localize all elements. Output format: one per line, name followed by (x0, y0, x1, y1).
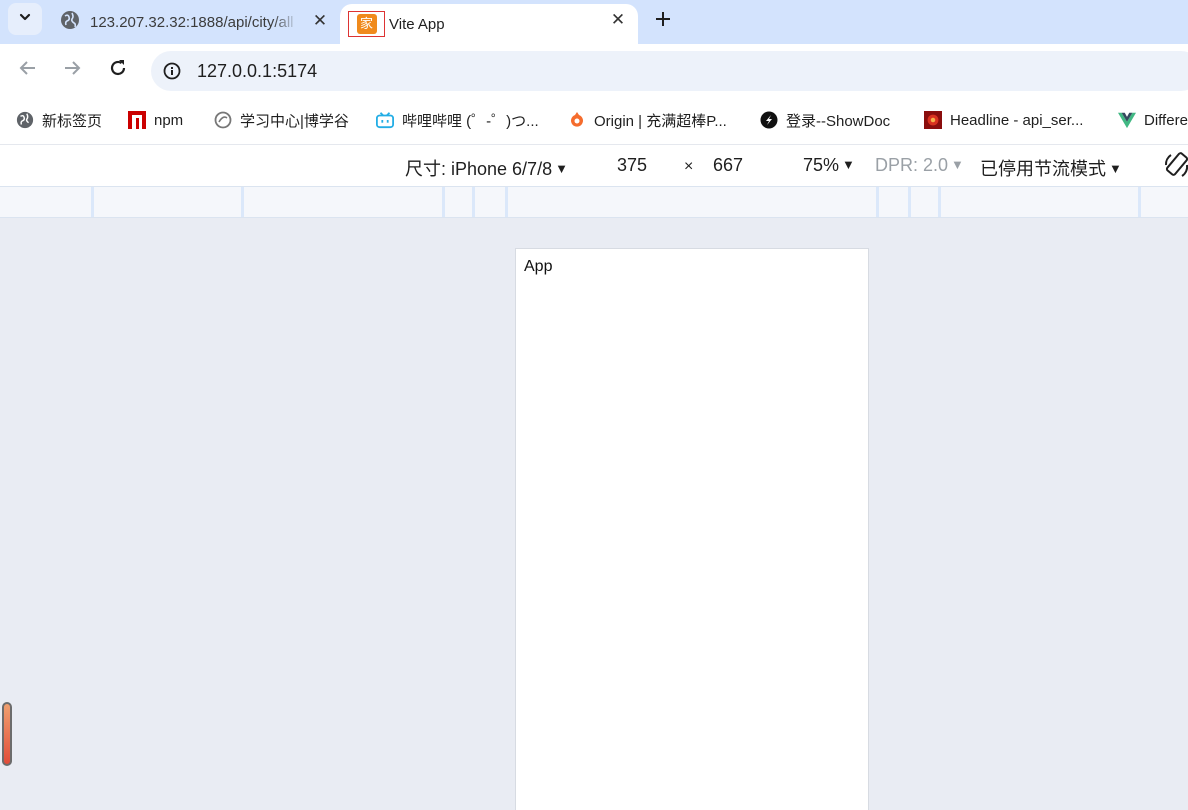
tab-title: Vite App (389, 15, 445, 33)
bookmark-vue-diff[interactable]: Differe (1118, 109, 1188, 131)
rotate-icon[interactable] (1163, 151, 1188, 186)
tab-title: 123.207.32.32:1888/api/city/all (90, 13, 294, 31)
breakpoint-marker (876, 187, 879, 217)
breakpoint-marker (908, 187, 911, 217)
address-bar[interactable]: 127.0.0.1:5174 (151, 51, 1188, 91)
reload-icon (108, 58, 128, 83)
close-icon[interactable]: ✕ (310, 11, 330, 31)
globe-icon (60, 10, 80, 34)
breakpoint-marker (472, 187, 475, 217)
url-text: 127.0.0.1:5174 (197, 61, 318, 81)
close-icon[interactable]: ✕ (608, 10, 628, 30)
thermometer-icon (2, 702, 12, 766)
throttling-select[interactable]: 已停用节流模式 ▼ (980, 155, 1122, 181)
zoom-select[interactable]: 75% ▼ (803, 155, 855, 176)
bilibili-icon (376, 111, 394, 129)
vue-icon (1118, 111, 1136, 129)
emulated-viewport: App (0, 218, 1188, 810)
bookmarks-bar: 新标签页 npm 学习中心|博学谷 哔哩哔哩 (゜-゜)つ... Origin … (0, 96, 1188, 144)
device-screen[interactable]: App (515, 248, 869, 810)
tab-search-button[interactable] (8, 3, 42, 35)
bookmark-bilibili[interactable]: 哔哩哔哩 (゜-゜)つ... (376, 109, 539, 131)
boxuegu-icon (214, 111, 232, 129)
showdoc-icon (760, 111, 778, 129)
forward-button[interactable] (60, 58, 84, 82)
bookmark-showdoc[interactable]: 登录--ShowDoc (760, 109, 890, 131)
arrow-right-icon (62, 58, 82, 83)
times-icon: × (684, 158, 694, 175)
globe-icon (16, 111, 34, 129)
plus-icon (655, 6, 671, 34)
breakpoint-marker (1138, 187, 1141, 217)
reload-button[interactable] (106, 58, 130, 82)
bookmark-npm[interactable]: npm (128, 109, 183, 131)
bookmark-boxuegu[interactable]: 学习中心|博学谷 (214, 109, 349, 131)
arrow-left-icon (18, 58, 38, 83)
caret-down-icon: ▼ (951, 157, 964, 172)
browser-toolbar: 127.0.0.1:5174 (0, 44, 1188, 96)
breakpoint-marker (442, 187, 445, 217)
tab-api-city[interactable]: 123.207.32.32:1888/api/city/all ✕ (48, 0, 340, 44)
caret-down-icon: ▼ (1109, 161, 1122, 176)
new-tab-button[interactable] (651, 8, 675, 32)
npm-icon (128, 111, 146, 129)
bookmark-origin[interactable]: Origin | 充满超棒P... (568, 109, 727, 131)
caret-down-icon: ▼ (842, 157, 855, 172)
device-toolbar: 尺寸: iPhone 6/7/8 ▼ 375 × 667 75% ▼ DPR: 2.… (0, 144, 1188, 186)
device-width-input[interactable]: 375 (617, 155, 647, 176)
back-button[interactable] (16, 58, 40, 82)
page-content-text: App (524, 258, 553, 275)
media-query-bar[interactable] (0, 186, 1188, 218)
breakpoint-marker (91, 187, 94, 217)
tab-vite-app[interactable]: 家 Vite App ✕ (340, 4, 638, 44)
origin-icon (568, 111, 586, 129)
bookmark-headline[interactable]: Headline - api_ser... (924, 109, 1083, 131)
breakpoint-marker (938, 187, 941, 217)
chevron-down-icon (18, 10, 32, 29)
headline-icon (924, 111, 942, 129)
info-icon[interactable] (163, 62, 181, 85)
tab-strip: 123.207.32.32:1888/api/city/all ✕ 家 Vite… (0, 0, 1188, 44)
caret-down-icon: ▼ (555, 161, 568, 176)
breakpoint-marker (505, 187, 508, 217)
device-select[interactable]: 尺寸: iPhone 6/7/8 ▼ (405, 155, 568, 181)
bookmark-new-tab[interactable]: 新标签页 (16, 109, 102, 131)
dpr-select[interactable]: DPR: 2.0 ▼ (875, 155, 964, 176)
device-height-input[interactable]: 667 (713, 155, 743, 176)
favicon-jia-icon: 家 (348, 11, 385, 37)
breakpoint-marker (241, 187, 244, 217)
